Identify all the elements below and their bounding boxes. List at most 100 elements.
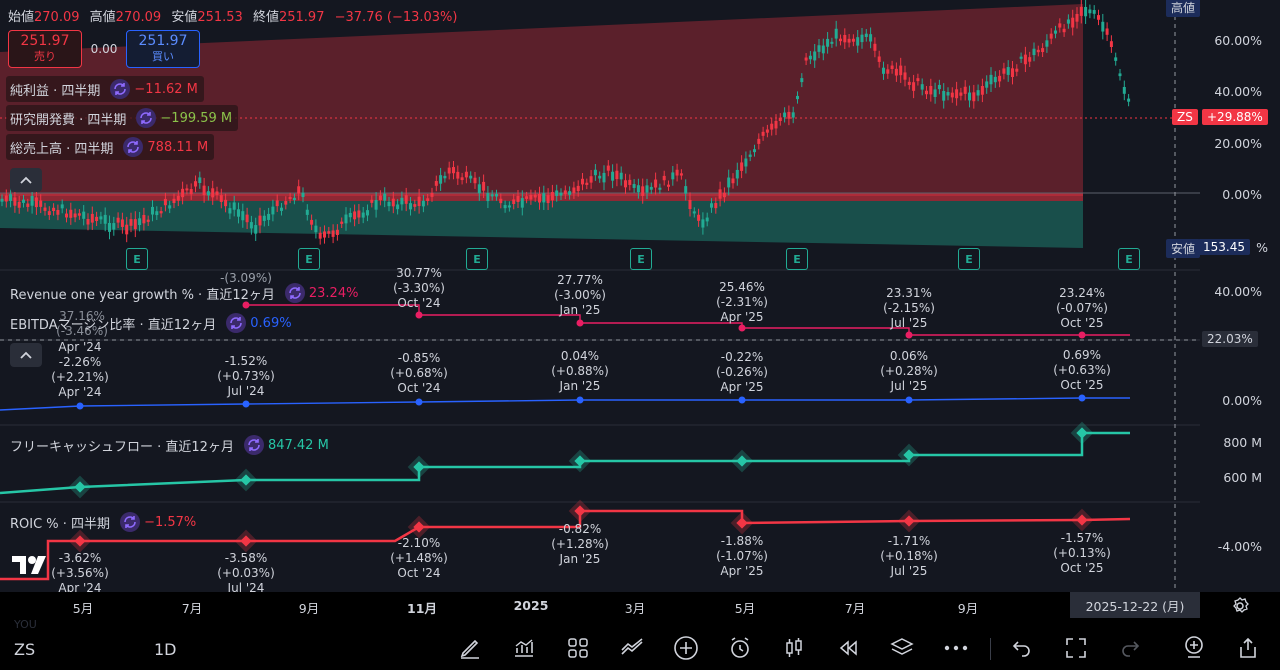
- symbol-button[interactable]: ZS: [14, 640, 35, 659]
- grid-layout-icon[interactable]: [564, 634, 592, 662]
- candle: [727, 177, 731, 188]
- legend-revenue-growth[interactable]: Revenue one year growth % · 直近12ヶ月 23.24…: [6, 280, 358, 306]
- fullscreen-icon[interactable]: [1062, 634, 1090, 662]
- candle: [520, 198, 524, 208]
- candle: [843, 35, 847, 43]
- candle: [1049, 33, 1053, 39]
- candle: [82, 211, 86, 219]
- refresh-icon[interactable]: [136, 108, 157, 128]
- legend-net-income[interactable]: 純利益 · 四半期 −11.62 M: [6, 76, 204, 102]
- axis-tick: 40.00%: [1214, 284, 1262, 299]
- earnings-marker[interactable]: E: [1118, 248, 1140, 270]
- legend-revenue-title: 総売上高 · 四半期: [10, 141, 114, 157]
- candle: [146, 219, 150, 222]
- add-icon[interactable]: [672, 634, 700, 662]
- candle: [980, 86, 984, 95]
- candle: [839, 38, 842, 42]
- earnings-marker[interactable]: E: [466, 248, 488, 270]
- refresh-icon[interactable]: [110, 79, 131, 99]
- legend-roic[interactable]: ROIC % · 四半期 −1.57%: [6, 509, 196, 535]
- pen-icon[interactable]: [456, 634, 484, 662]
- replay-icon[interactable]: [834, 634, 862, 662]
- candle: [804, 57, 808, 61]
- sell-button[interactable]: 251.97 売り: [8, 30, 82, 68]
- high-value: 270.09: [115, 10, 162, 25]
- high-axis-tag: 高値: [1166, 0, 1201, 17]
- candle: [387, 201, 391, 207]
- candle: [9, 194, 13, 201]
- axis-tick: 800 M: [1223, 435, 1262, 450]
- revenue-growth-line: [246, 304, 1130, 336]
- candle: [688, 199, 692, 210]
- candle: [976, 90, 980, 96]
- legend-fcf[interactable]: フリーキャッシュフロー · 直近12ヶ月 847.42 M: [6, 432, 329, 458]
- candle: [679, 173, 683, 176]
- candle: [211, 188, 215, 198]
- candles-icon[interactable]: [780, 634, 808, 662]
- compare-icon[interactable]: [618, 634, 646, 662]
- candle: [4, 195, 8, 202]
- candle: [460, 177, 464, 181]
- settings-icon[interactable]: [1230, 596, 1250, 620]
- refresh-icon[interactable]: [243, 435, 264, 455]
- redo-icon[interactable]: [1116, 634, 1144, 662]
- candle: [241, 211, 245, 221]
- legend-ebitda-title: EBITDAマージン比率 · 直近12ヶ月: [10, 317, 217, 333]
- earnings-marker[interactable]: E: [298, 248, 320, 270]
- ebitda-point-label: -0.22% (-0.26%) Apr '25: [716, 350, 768, 394]
- close-value: 251.97: [278, 10, 325, 25]
- net-income-band: [0, 193, 1083, 201]
- candle: [297, 186, 301, 194]
- candle: [654, 179, 658, 188]
- legend-revenue[interactable]: 総売上高 · 四半期 788.11 M: [6, 134, 215, 160]
- candle: [611, 171, 615, 181]
- buy-button[interactable]: 251.97 買い: [126, 30, 200, 68]
- earnings-marker[interactable]: E: [958, 248, 980, 270]
- candle: [159, 211, 163, 214]
- candle: [228, 208, 232, 214]
- refresh-icon[interactable]: [226, 313, 247, 333]
- candle: [1075, 13, 1079, 22]
- candle: [1058, 23, 1062, 28]
- collapse-legend-button[interactable]: [10, 168, 42, 192]
- earnings-marker[interactable]: E: [630, 248, 652, 270]
- candle: [1023, 54, 1027, 65]
- legend-ebitda[interactable]: EBITDAマージン比率 · 直近12ヶ月 0.69%: [6, 310, 292, 336]
- collapse-pane-button[interactable]: [10, 343, 42, 367]
- legend-rnd[interactable]: 研究開発費 · 四半期 −199.59 M: [6, 105, 239, 131]
- candle: [133, 219, 137, 230]
- candle: [245, 214, 249, 223]
- interval-button[interactable]: 1D: [154, 640, 177, 659]
- undo-icon[interactable]: [1008, 634, 1036, 662]
- axis-tick: 0.00%: [1222, 187, 1262, 202]
- candle: [1118, 73, 1122, 77]
- candle: [778, 117, 782, 122]
- share-icon[interactable]: [1234, 634, 1262, 662]
- layers-icon[interactable]: [888, 634, 916, 662]
- candle: [1092, 10, 1096, 14]
- candle: [456, 171, 460, 179]
- chevron-up-icon: [20, 351, 32, 359]
- candle: [26, 203, 30, 207]
- add-to-watchlist-icon[interactable]: [1180, 634, 1208, 662]
- candle: [606, 165, 610, 171]
- earnings-marker[interactable]: E: [126, 248, 148, 270]
- refresh-icon[interactable]: [284, 283, 305, 303]
- chart-area[interactable]: 始値270.09 高値270.09 安値251.53 終値251.97 −37.…: [0, 0, 1280, 592]
- candle: [860, 34, 864, 43]
- candle: [318, 232, 322, 239]
- candle: [662, 175, 666, 181]
- sell-label: 売り: [34, 50, 56, 63]
- candle: [404, 195, 408, 204]
- ebitda-point-label: 0.06% (+0.28%) Jul '25: [880, 349, 938, 393]
- candle: [314, 225, 318, 233]
- candle: [710, 203, 713, 208]
- alarm-icon[interactable]: [726, 634, 754, 662]
- refresh-icon[interactable]: [123, 137, 144, 157]
- candle: [533, 194, 537, 198]
- indicators-icon[interactable]: [510, 634, 538, 662]
- refresh-icon[interactable]: [120, 512, 141, 532]
- earnings-marker[interactable]: E: [786, 248, 808, 270]
- candle: [305, 209, 309, 215]
- more-icon[interactable]: [942, 634, 970, 662]
